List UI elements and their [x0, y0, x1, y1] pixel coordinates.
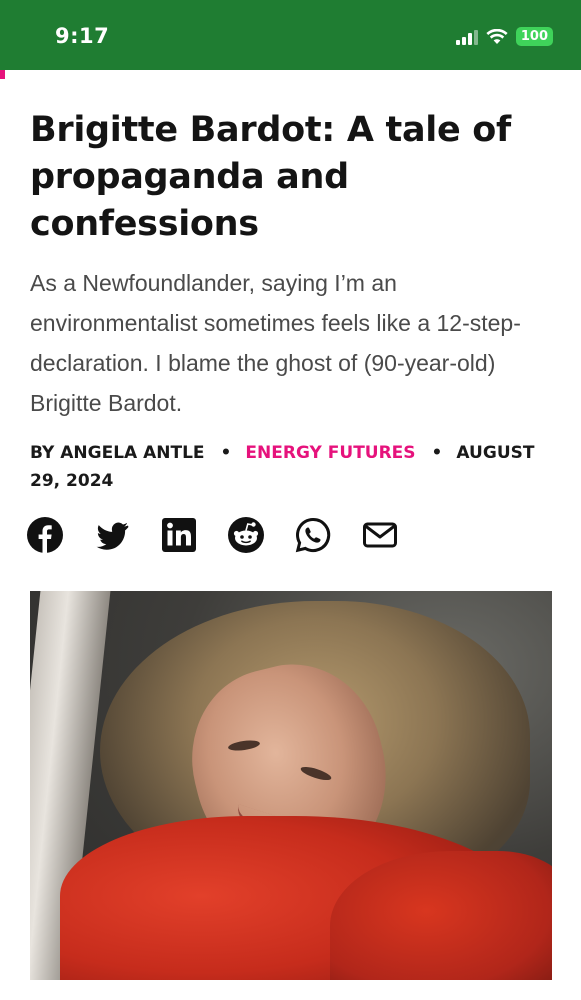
facebook-icon[interactable]	[26, 516, 64, 554]
byline-separator: •	[220, 443, 232, 463]
wifi-icon	[486, 28, 508, 44]
article-dek: As a Newfoundlander, saying I’m an envir…	[30, 270, 521, 416]
author-link[interactable]: BY ANGELA ANTLE	[30, 443, 205, 463]
hero-image[interactable]	[30, 591, 552, 980]
article-headline: Brigitte Bardot: A tale of propaganda an…	[30, 110, 511, 244]
reddit-icon[interactable]	[227, 516, 265, 554]
twitter-icon[interactable]	[93, 516, 131, 554]
linkedin-icon[interactable]	[160, 516, 198, 554]
status-indicators: 100	[455, 27, 553, 46]
progress-indicator	[0, 70, 5, 79]
status-bar: 9:17 100	[0, 0, 581, 70]
article-byline: BY ANGELA ANTLE • ENERGY FUTURES • AUGUST 29…	[30, 439, 560, 495]
category-link[interactable]: ENERGY FUTURES	[245, 443, 415, 463]
byline-separator: •	[431, 443, 443, 463]
battery-icon: 100	[515, 27, 553, 46]
share-bar	[26, 516, 399, 554]
whatsapp-icon[interactable]	[294, 516, 332, 554]
email-icon[interactable]	[361, 516, 399, 554]
status-time: 9:17	[55, 24, 110, 48]
cellular-signal-icon	[455, 29, 478, 45]
